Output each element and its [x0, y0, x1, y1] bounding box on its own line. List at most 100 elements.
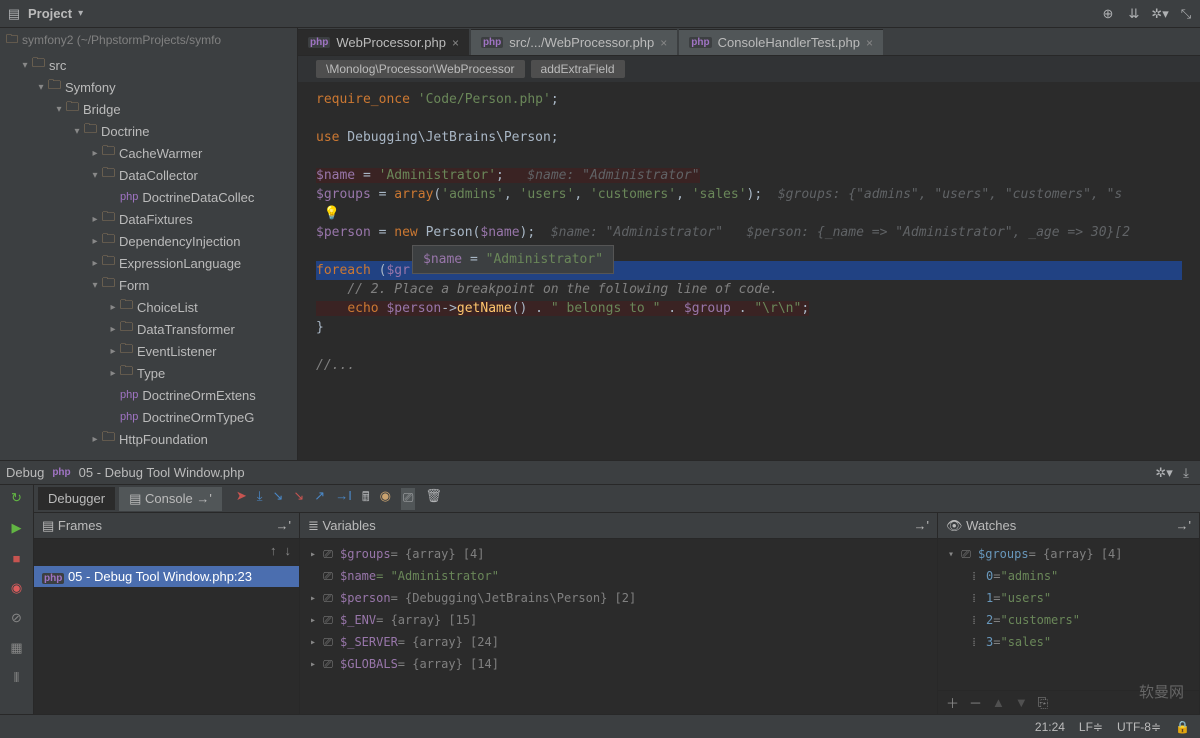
add-watch-icon[interactable]: ＋	[946, 693, 959, 712]
tree-item[interactable]: ▸🗀DataTransformer	[0, 318, 297, 340]
watch-child-row[interactable]: ⁞3 = "sales"	[938, 631, 1199, 653]
tree-item[interactable]: ▾🗀src	[0, 54, 297, 76]
project-sidebar: 🗀 symfony2 (~/PhpstormProjects/symfo ▾🗀s…	[0, 28, 298, 460]
watch-down-icon[interactable]: ▼	[1015, 695, 1028, 710]
variable-row[interactable]: ▸⎚$GLOBALS = {array} [14]	[300, 653, 937, 675]
close-icon[interactable]: ×	[660, 36, 667, 50]
variable-row[interactable]: ▸⎚$_ENV = {array} [15]	[300, 609, 937, 631]
close-icon[interactable]: ×	[866, 36, 873, 50]
target-icon[interactable]: ⊕	[1100, 6, 1116, 22]
debug-panel: ↻ ▶ ■ ◉ ⊘ ▦ ⫴ Debugger ▤ Console →' ➤ ⤓ …	[0, 484, 1200, 714]
editor-tab[interactable]: phpConsoleHandlerTest.php×	[679, 29, 883, 55]
tree-item[interactable]: ▸🗀ChoiceList	[0, 296, 297, 318]
code-editor[interactable]: require_once 'Code/Person.php'; use Debu…	[298, 82, 1200, 460]
tree-item[interactable]: ▸🗀Type	[0, 362, 297, 384]
watch-child-row[interactable]: ⁞2 = "customers"	[938, 609, 1199, 631]
editor-area: phpWebProcessor.php×phpsrc/.../WebProces…	[298, 28, 1200, 460]
tree-item[interactable]: ▸🗀ExpressionLanguage	[0, 252, 297, 274]
run-to-cursor-icon[interactable]: →I	[335, 488, 352, 510]
tree-item[interactable]: ▾🗀Form	[0, 274, 297, 296]
variables-header: ≣ Variables →'	[300, 513, 937, 539]
tree-item[interactable]: phpDoctrineOrmTypeG	[0, 406, 297, 428]
tree-item[interactable]: ▸🗀DataFixtures	[0, 208, 297, 230]
debug-label: Debug	[6, 465, 44, 480]
php-icon: php	[42, 573, 64, 584]
tooltip-value: "Administrator"	[486, 252, 603, 267]
watches-header: 👁 Watches →'	[938, 513, 1199, 539]
line-separator[interactable]: LF≑	[1079, 720, 1103, 734]
copy-watch-icon[interactable]: ⎘	[1038, 695, 1048, 711]
lock-icon[interactable]: 🔒	[1175, 720, 1190, 734]
layout-button[interactable]: ▦	[8, 639, 26, 657]
editor-tab[interactable]: phpsrc/.../WebProcessor.php×	[471, 29, 677, 55]
pin-button[interactable]: ⫴	[8, 669, 26, 687]
breadcrumb-method[interactable]: addExtraField	[531, 60, 625, 78]
watch-child-row[interactable]: ⁞0 = "admins"	[938, 565, 1199, 587]
watch-child-row[interactable]: ⁞1 = "users"	[938, 587, 1199, 609]
variable-row[interactable]: ⎚$name = "Administrator"	[300, 565, 937, 587]
force-step-into-icon[interactable]: ↘	[293, 488, 304, 510]
gear-icon[interactable]: ✲▾	[1156, 465, 1172, 481]
stack-frame[interactable]: php 05 - Debug Tool Window.php:23	[34, 566, 299, 587]
close-icon[interactable]: 🗑	[425, 488, 442, 510]
variable-row[interactable]: ▸⎚$person = {Debugging\JetBrains\Person}…	[300, 587, 937, 609]
tree-item[interactable]: ▾🗀Symfony	[0, 76, 297, 98]
variables-menu-icon[interactable]: →'	[914, 518, 929, 533]
debug-file: 05 - Debug Tool Window.php	[79, 465, 245, 480]
mute-button[interactable]: ⊘	[8, 609, 26, 627]
tree-item[interactable]: ▾🗀DataCollector	[0, 164, 297, 186]
tree-item[interactable]: ▾🗀Bridge	[0, 98, 297, 120]
tab-console[interactable]: ▤ Console →'	[119, 487, 222, 511]
step-over-icon[interactable]: ⤓	[257, 488, 263, 510]
watch-row[interactable]: ▾⎚ $groups = {array} [4]	[938, 543, 1199, 565]
frames-menu-icon[interactable]: →'	[276, 518, 291, 533]
show-exec-point-icon[interactable]: ➤	[236, 488, 247, 510]
tree-item[interactable]: phpDoctrineOrmExtens	[0, 384, 297, 406]
chevron-down-icon[interactable]: ▾	[78, 8, 83, 19]
frame-up-icon[interactable]: ↑	[270, 543, 277, 558]
stop-button[interactable]: ■	[8, 549, 26, 567]
cursor-position[interactable]: 21:24	[1035, 720, 1065, 734]
collapse-icon[interactable]: ⇊	[1126, 6, 1142, 22]
download-icon[interactable]: ⤓	[1178, 465, 1194, 481]
tree-item[interactable]: ▸🗀EventListener	[0, 340, 297, 362]
tree-item[interactable]: ▸🗀DependencyInjection	[0, 230, 297, 252]
tree-item[interactable]: ▾🗀Doctrine	[0, 120, 297, 142]
gear-icon[interactable]: ✲▾	[1152, 6, 1168, 22]
watches-menu-icon[interactable]: →'	[1176, 518, 1191, 533]
variable-row[interactable]: ▸⎚$_SERVER = {array} [24]	[300, 631, 937, 653]
evaluate-icon[interactable]: 🖩	[362, 488, 370, 510]
editor-tab[interactable]: phpWebProcessor.php×	[298, 29, 469, 55]
variable-row[interactable]: ▸⎚$groups = {array} [4]	[300, 543, 937, 565]
close-icon[interactable]: ×	[452, 36, 459, 50]
frame-down-icon[interactable]: ↓	[285, 543, 292, 558]
debug-gutter: ↻ ▶ ■ ◉ ⊘ ▦ ⫴	[0, 485, 34, 714]
project-icon: ▤	[6, 6, 22, 22]
breadcrumb-namespace[interactable]: \Monolog\Processor\WebProcessor	[316, 60, 525, 78]
frames-panel: ▤ Frames →' ↑ ↓ php 05 - Debug Tool Wind…	[34, 513, 300, 714]
variables-panel: ≣ Variables →' ▸⎚$groups = {array} [4]⎚$…	[300, 513, 938, 714]
step-out-icon[interactable]: ↗	[314, 488, 325, 510]
tree-item[interactable]: phpDoctrineDataCollec	[0, 186, 297, 208]
hide-icon[interactable]: ⤡	[1178, 6, 1194, 22]
project-path: 🗀 symfony2 (~/PhpstormProjects/symfo	[0, 28, 297, 52]
step-into-icon[interactable]: ↘	[272, 488, 283, 510]
debug-tabs: Debugger ▤ Console →' ➤ ⤓ ↘ ↘ ↗ →I 🖩 ◉ ⎚…	[34, 485, 1200, 513]
project-tree[interactable]: ▾🗀src▾🗀Symfony▾🗀Bridge▾🗀Doctrine▸🗀CacheW…	[0, 52, 297, 460]
debug-tooltip: $name = "Administrator"	[412, 245, 614, 274]
tree-item[interactable]: ▸🗀CacheWarmer	[0, 142, 297, 164]
project-label[interactable]: Project	[28, 6, 72, 21]
rerun-button[interactable]: ↻	[8, 489, 26, 507]
watch-up-icon[interactable]: ▲	[992, 695, 1005, 710]
tree-item[interactable]: ▸🗀HttpFoundation	[0, 428, 297, 450]
top-toolbar: ▤ Project ▾ ⊕ ⇊ ✲▾ ⤡	[0, 0, 1200, 28]
tab-debugger[interactable]: Debugger	[38, 487, 115, 510]
remove-watch-icon[interactable]: －	[969, 693, 982, 712]
breadcrumb-bar: \Monolog\Processor\WebProcessor addExtra…	[298, 56, 1200, 82]
resume-button[interactable]: ▶	[8, 519, 26, 537]
breakpoints-button[interactable]: ◉	[8, 579, 26, 597]
encoding[interactable]: UTF-8≑	[1117, 720, 1161, 734]
settings-icon[interactable]: ⎚	[401, 488, 415, 510]
watch-icon[interactable]: ◉	[380, 488, 391, 510]
project-path-text: symfony2 (~/PhpstormProjects/symfo	[22, 33, 221, 47]
